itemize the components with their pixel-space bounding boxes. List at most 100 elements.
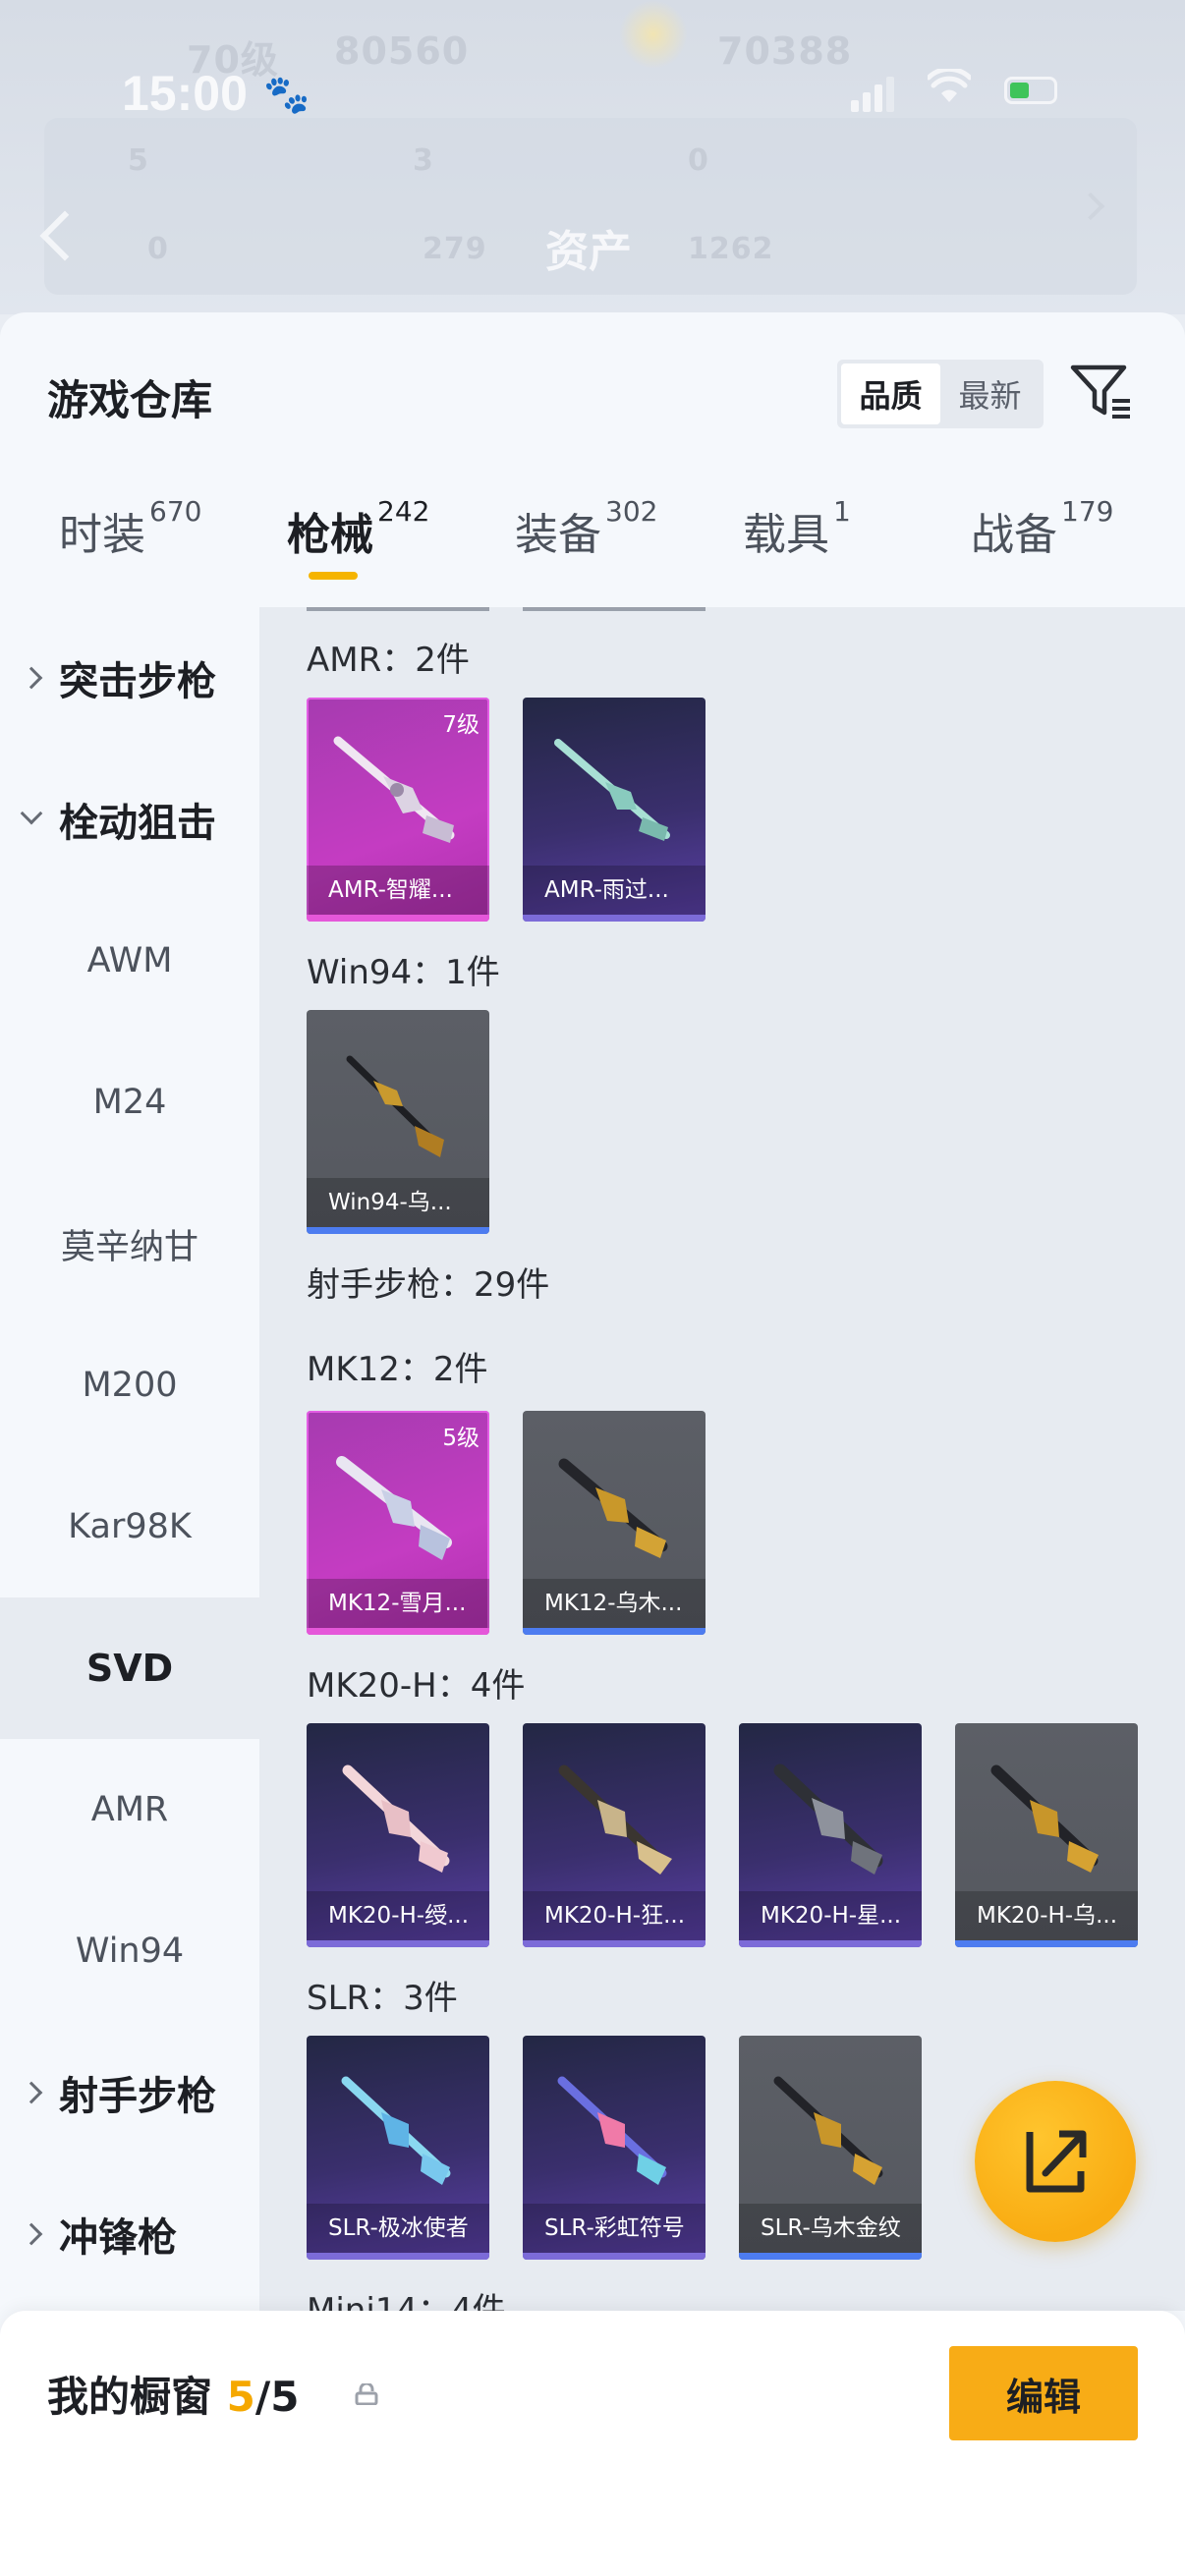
weapon-card[interactable]: MK20-H-绶...: [307, 1723, 489, 1947]
sidebar-item-label: Kar98K: [68, 1507, 192, 1546]
sidebar-item-label: 射手步枪: [59, 2074, 216, 2119]
weapon-card[interactable]: 5级 MK12-雪月...: [307, 1411, 489, 1635]
paw-icon: 🐾: [263, 73, 310, 116]
blurred-text: 0: [147, 232, 169, 266]
weapon-name: AMR-雨过...: [523, 866, 705, 915]
blurred-text: 1262: [688, 232, 774, 266]
sidebar-item-win94[interactable]: Win94: [0, 1880, 259, 2022]
weapon-card[interactable]: MK20-H-狂...: [523, 1723, 705, 1947]
share-icon: [1026, 2130, 1087, 2193]
chevron-down-icon: [20, 802, 43, 825]
section-title: 射手步枪：29件: [307, 1265, 550, 1305]
sidebar-item-svd[interactable]: SVD: [0, 1597, 259, 1739]
weapon-name: SLR-极冰使者: [307, 2204, 489, 2253]
sidebar-item-label: M200: [82, 1366, 178, 1405]
sidebar-item-label: SVD: [85, 1647, 174, 1690]
weapon-name: MK20-H-星...: [739, 1891, 922, 1940]
tab-fashion[interactable]: 时装 670: [59, 495, 201, 607]
weapon-card[interactable]: SLR-乌木金纹: [739, 2036, 922, 2260]
rarity-bar: [523, 915, 705, 922]
rarity-bar: [307, 1628, 489, 1635]
chevron-right-icon: [20, 2081, 43, 2104]
status-bar: 15:00 🐾: [0, 59, 1185, 128]
weapon-card[interactable]: 7级 AMR-智耀...: [307, 698, 489, 922]
showcase-separator: /: [254, 2373, 271, 2421]
weapon-card[interactable]: SLR-彩虹符号: [523, 2036, 705, 2260]
sidebar-item-amr[interactable]: AMR: [0, 1739, 259, 1880]
rifle-icon: [342, 1764, 450, 1873]
rifle-icon: [558, 1458, 668, 1558]
sidebar-group-bolt-sniper[interactable]: 栓动狙击: [0, 749, 259, 890]
rarity-bar: [307, 1940, 489, 1947]
blurred-text: 5: [128, 143, 149, 178]
edit-button[interactable]: 编辑: [949, 2346, 1138, 2440]
weapon-name: MK20-H-狂...: [523, 1891, 705, 1940]
tab-count: 670: [149, 495, 202, 528]
rarity-bar: [307, 2253, 489, 2260]
rifle-icon: [773, 1764, 883, 1875]
rarity-bar: [739, 2253, 922, 2260]
sidebar-item-label: 栓动狙击: [59, 801, 216, 846]
card-edge: [307, 607, 489, 611]
blurred-text: 279: [423, 232, 487, 266]
tab-count: 242: [377, 495, 430, 528]
sidebar-item-kar98k[interactable]: Kar98K: [0, 1456, 259, 1597]
status-time: 15:00: [122, 66, 248, 121]
tab-label: 时装: [59, 510, 145, 560]
blurred-text: 0: [688, 143, 709, 178]
sidebar-group-marksman-rifle[interactable]: 射手步枪: [0, 2022, 259, 2163]
rifle-icon: [346, 1055, 444, 1157]
sidebar-group-smg[interactable]: 冲锋枪: [0, 2163, 259, 2305]
rifle-icon: [333, 736, 455, 843]
sidebar-item-label: 冲锋枪: [59, 2215, 177, 2261]
tab-label: 战备: [971, 510, 1057, 560]
page-title: 游戏仓库: [47, 376, 213, 424]
section-title: Mini14：4件: [307, 2291, 506, 2311]
sidebar-item-awm[interactable]: AWM: [0, 890, 259, 1032]
filter-icon[interactable]: [1067, 356, 1136, 424]
rarity-bar: [739, 1940, 922, 1947]
showcase-bar: 我的橱窗 5/5 编辑: [0, 2311, 1185, 2576]
sidebar-item-label: Win94: [75, 1932, 185, 1971]
category-sidebar: 突击步枪 栓动狙击 AWM M24 莫辛纳甘 M200 Kar98K SVD A…: [0, 607, 259, 2454]
tab-count: 179: [1061, 495, 1114, 528]
rifle-icon: [990, 1764, 1099, 1873]
weapon-card[interactable]: MK20-H-星...: [739, 1723, 922, 1947]
section-title: AMR：2件: [307, 641, 470, 680]
tab-label: 枪械: [287, 510, 373, 560]
weapon-name: MK12-乌木...: [523, 1579, 705, 1628]
rarity-bar: [523, 1628, 705, 1635]
showcase-title: 我的橱窗 5/5: [47, 2364, 299, 2424]
share-button[interactable]: [975, 2081, 1136, 2242]
section-title: MK12：2件: [307, 1350, 488, 1389]
tab-supplies[interactable]: 战备 179: [971, 495, 1113, 607]
tab-guns[interactable]: 枪械 242: [287, 495, 429, 607]
rifle-icon: [557, 2076, 667, 2185]
chevron-right-icon: [20, 2222, 43, 2246]
weapon-card[interactable]: AMR-雨过...: [523, 698, 705, 922]
rifle-icon: [554, 739, 670, 841]
blurred-text: 3: [413, 143, 434, 178]
section-title: SLR：3件: [307, 1979, 458, 2018]
blurred-page-title: 资产: [545, 227, 632, 277]
sidebar-group-assault-rifle[interactable]: 突击步枪: [0, 607, 259, 749]
sort-option-newest[interactable]: 最新: [940, 364, 1040, 424]
sidebar-item-mosin[interactable]: 莫辛纳甘: [0, 1173, 259, 1315]
weapon-card[interactable]: SLR-极冰使者: [307, 2036, 489, 2260]
rarity-bar: [307, 915, 489, 922]
weapon-name: MK20-H-乌...: [955, 1891, 1138, 1940]
tab-equipment[interactable]: 装备 302: [515, 495, 657, 607]
weapon-name: MK12-雪月...: [307, 1579, 489, 1628]
weapon-card[interactable]: Win94-乌...: [307, 1010, 489, 1234]
weapon-card[interactable]: MK12-乌木...: [523, 1411, 705, 1635]
tab-label: 装备: [515, 510, 601, 560]
sidebar-item-label: M24: [92, 1083, 167, 1122]
weapon-card[interactable]: MK20-H-乌...: [955, 1723, 1138, 1947]
section-title: MK20-H：4件: [307, 1666, 526, 1706]
tab-vehicles[interactable]: 载具 1: [743, 495, 851, 607]
sort-option-quality[interactable]: 品质: [841, 364, 940, 424]
weapon-list: AMR：2件 7级 AMR-智耀... AMR-雨过... Win94：1件 W…: [259, 607, 1185, 2311]
chevron-right-icon: [20, 666, 43, 690]
sidebar-item-m200[interactable]: M200: [0, 1315, 259, 1456]
sidebar-item-m24[interactable]: M24: [0, 1032, 259, 1173]
